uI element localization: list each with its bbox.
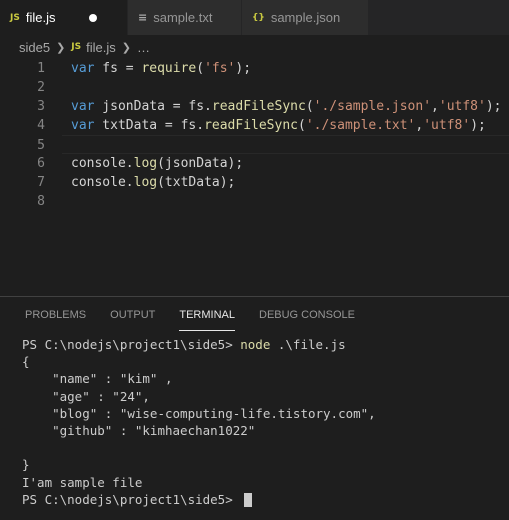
code-text: var jsonData = fs.readFileSync('./sample… [71, 99, 502, 114]
code-line: 2 [0, 78, 509, 97]
line-number: 5 [37, 138, 45, 153]
javascript-file-icon: JS [71, 42, 82, 52]
code-text: console.log(jsonData); [71, 156, 244, 171]
terminal-command-line: PS C:\nodejs\project1\side5> node .\file… [22, 337, 346, 352]
code-line: 8 [0, 192, 509, 211]
line-number: 6 [37, 156, 45, 171]
code-line: 6 console.log(jsonData); [0, 154, 509, 173]
unsaved-dot-icon[interactable] [89, 13, 98, 22]
tab-label: file.js [25, 10, 56, 25]
breadcrumb-file[interactable]: file.js [86, 40, 116, 55]
terminal-output[interactable]: PS C:\nodejs\project1\side5> node .\file… [0, 332, 509, 508]
tab-label: sample.txt [153, 10, 213, 25]
json-file-icon: {} [252, 12, 265, 23]
line-number: 2 [37, 80, 45, 95]
breadcrumb-folder[interactable]: side5 [19, 40, 50, 55]
tab-file-js[interactable]: JS file.js [0, 0, 128, 35]
code-line: 4 var txtData = fs.readFileSync('./sampl… [0, 116, 509, 135]
tab-label: sample.json [270, 10, 341, 25]
tab-output[interactable]: OUTPUT [110, 297, 155, 332]
chevron-right-icon: ❯ [56, 41, 66, 54]
code-text: console.log(txtData); [71, 175, 236, 190]
chevron-right-icon: ❯ [121, 41, 131, 54]
bottom-panel: PROBLEMS OUTPUT TERMINAL DEBUG CONSOLE P… [0, 296, 509, 520]
breadcrumb: side5 ❯ JS file.js ❯ … [0, 35, 509, 59]
terminal-line: { [22, 354, 30, 370]
code-text: var fs = require('fs'); [71, 61, 252, 76]
terminal-line: "github" : "kimhaechan1022" [22, 422, 256, 438]
line-number: 3 [37, 99, 45, 114]
text-file-icon: ≡ [138, 11, 148, 24]
tab-terminal[interactable]: TERMINAL [179, 297, 235, 332]
tab-debug-console[interactable]: DEBUG CONSOLE [259, 297, 355, 332]
breadcrumb-more[interactable]: … [137, 40, 150, 55]
code-editor[interactable]: 1 var fs = require('fs'); 2 3 var jsonDa… [0, 59, 509, 294]
current-code-line: 5 [37, 135, 509, 154]
terminal-line: "age" : "24", [22, 388, 150, 404]
terminal-line: } [22, 457, 30, 473]
terminal-line: "blog" : "wise-computing-life.tistory.co… [22, 405, 376, 421]
line-number: 4 [37, 118, 45, 133]
code-text: var txtData = fs.readFileSync('./sample.… [71, 118, 486, 133]
editor-tab-bar: JS file.js ≡ sample.txt {} sample.json [0, 0, 509, 35]
line-number: 1 [37, 61, 45, 76]
tab-sample-txt[interactable]: ≡ sample.txt [128, 0, 242, 35]
terminal-cursor [244, 493, 253, 508]
line-number: 7 [37, 175, 45, 190]
code-line: 7 console.log(txtData); [0, 173, 509, 192]
terminal-line: "name" : "kim" , [22, 371, 173, 387]
terminal-prompt-line: PS C:\nodejs\project1\side5> [22, 491, 509, 508]
line-number: 8 [37, 194, 45, 209]
tab-problems[interactable]: PROBLEMS [25, 297, 86, 332]
javascript-file-icon: JS [10, 12, 20, 23]
tab-sample-json[interactable]: {} sample.json [242, 0, 369, 35]
panel-tab-bar: PROBLEMS OUTPUT TERMINAL DEBUG CONSOLE [0, 297, 509, 332]
code-line: 1 var fs = require('fs'); [0, 59, 509, 78]
terminal-line: I'am sample file [22, 474, 143, 490]
code-line: 3 var jsonData = fs.readFileSync('./samp… [0, 97, 509, 116]
